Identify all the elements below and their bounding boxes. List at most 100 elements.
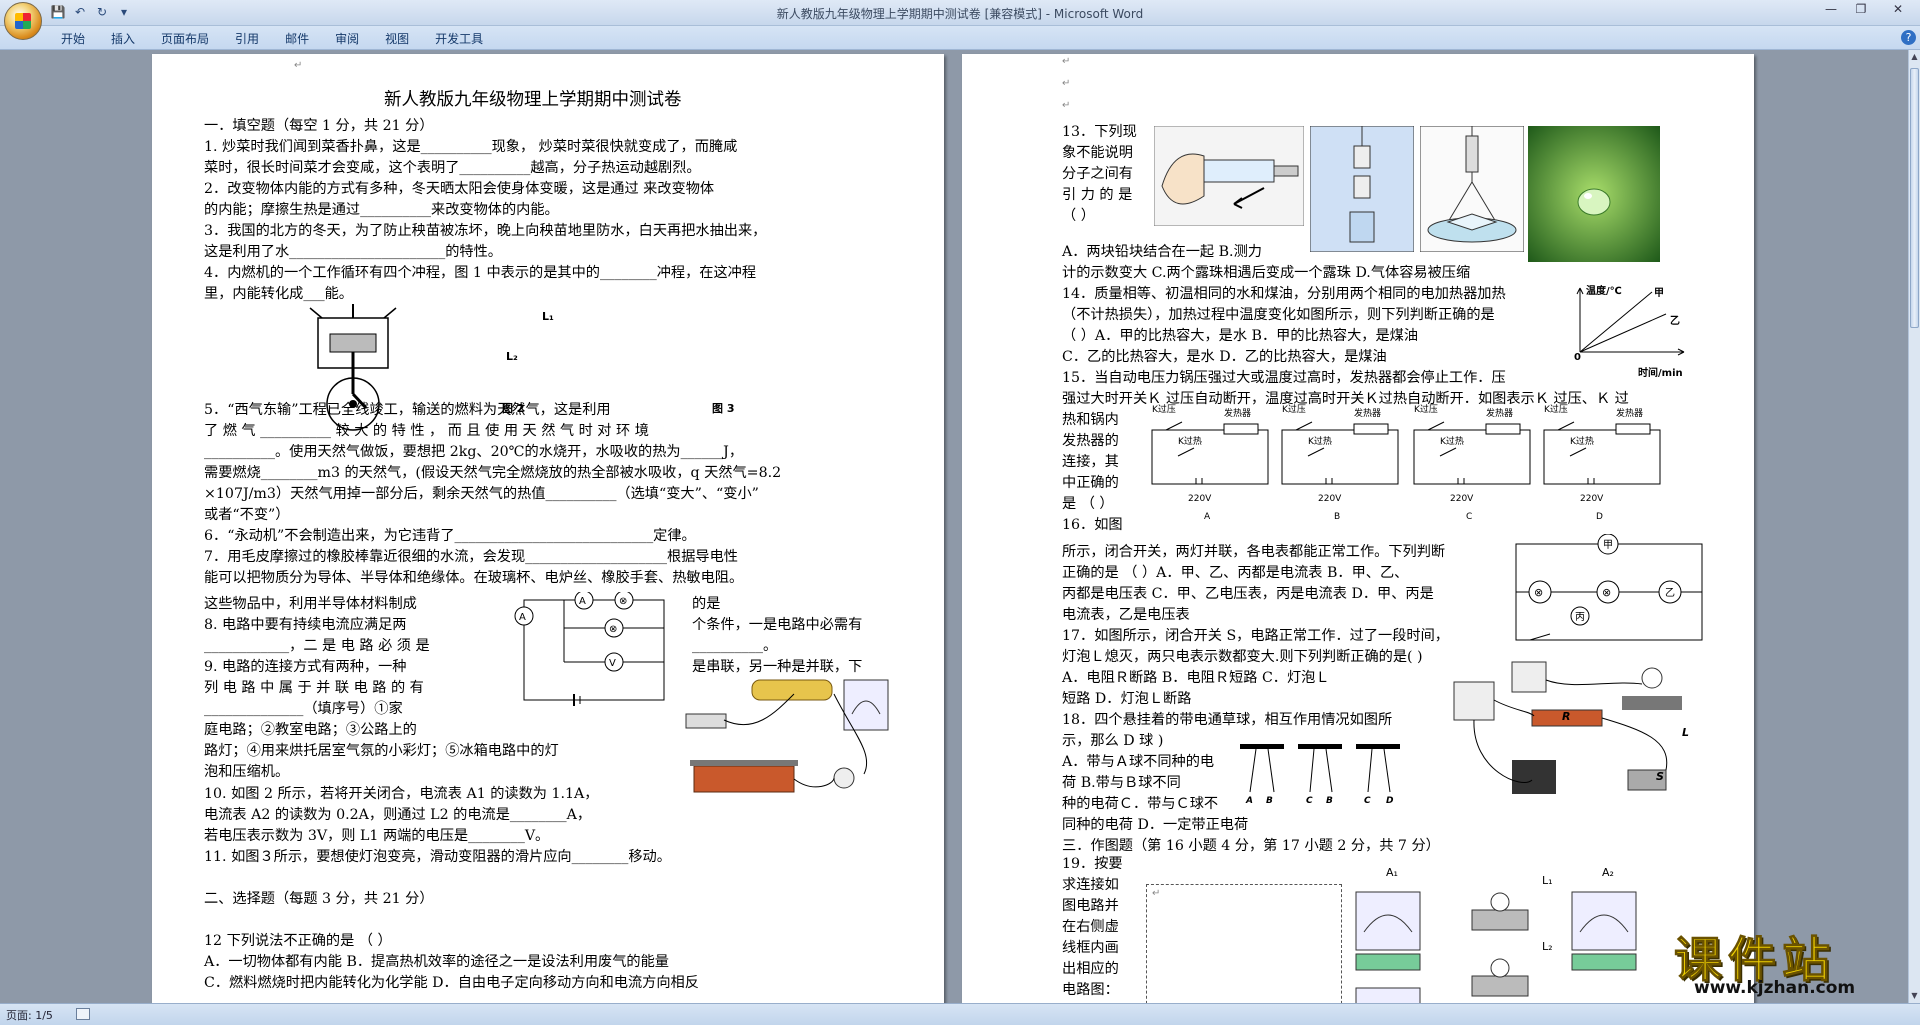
text-line: 丙都是电压表 C．甲、乙电压表，丙是电流表 D．甲、丙是 (1062, 586, 1434, 602)
text-line: 12 下列说法不正确的是 （ ） (204, 933, 392, 949)
tab-mailings[interactable]: 邮件 (272, 29, 322, 49)
ball-label: C (1364, 796, 1371, 806)
text-line: 15．当自动电压力锅压强过大或温度过高时，发热器都会停止工作．压 (1062, 370, 1506, 386)
text-line: 10. 如图 2 所示，若将开关闭合，电流表 A1 的读数为 1.1A， (204, 786, 599, 802)
chart-origin: 0 (1574, 352, 1581, 363)
help-icon[interactable]: ? (1901, 30, 1916, 45)
text-line: 14．质量相等、初温相同的水和煤油，分别用两个相同的电加热器加热 (1062, 286, 1506, 302)
tab-insert[interactable]: 插入 (98, 29, 148, 49)
label-k-over-heat: K过热 (1178, 437, 1202, 447)
page-title: 新人教版九年级物理上学期期中测试卷 (384, 90, 682, 110)
svg-text:乙: 乙 (1665, 587, 1675, 599)
scroll-up-icon[interactable]: ▲ (1909, 50, 1920, 64)
label-voltage: 220V (1188, 494, 1212, 504)
tab-home[interactable]: 开始 (48, 29, 98, 49)
text-line: 若电压表示数为 3V，则 L1 两端的电压是________V。 (204, 828, 550, 844)
label-k-over-pressure: K过压 (1152, 405, 1176, 415)
tab-view[interactable]: 视图 (372, 29, 422, 49)
vertical-scrollbar[interactable]: ▲ ▼ (1908, 50, 1920, 1003)
text-line: 的内能；摩擦生热是通过__________来改变物体的内能。 (204, 202, 559, 218)
text-line: 图电路并 (1062, 898, 1119, 914)
paragraph-mark: ↵ (1062, 56, 1071, 67)
text-line: 示，那么 D 球 ) (1062, 733, 1164, 749)
minimize-icon[interactable]: — (1816, 0, 1846, 20)
text-line: 在右侧虚 (1062, 919, 1119, 935)
svg-text:V: V (609, 658, 616, 669)
text-line: 同种的电荷 D．一定带正电荷 (1062, 817, 1249, 833)
spring-scale-picture (1310, 126, 1414, 252)
text-line: 1. 炒菜时我们闻到菜香扑鼻，这是__________现象， 炒菜时菜很快就变成… (204, 139, 738, 155)
ball-label: C (1306, 796, 1313, 806)
tab-review[interactable]: 审阅 (322, 29, 372, 49)
text-line: 象不能说明 (1062, 145, 1133, 161)
label-heater: 发热器 (1354, 409, 1382, 419)
close-icon[interactable]: ✕ (1876, 0, 1920, 20)
text-line: 2．改变物体内能的方式有多种，冬天晒太阳会使身体变暖，这是通过 来改变物体 (204, 181, 715, 197)
dewdrop-picture (1528, 126, 1660, 262)
svg-text:⊗: ⊗ (619, 596, 627, 607)
title-bar: 💾 ↶ ↻ ▾ 新人教版九年级物理上学期期中测试卷 [兼容模式] - Micro… (0, 0, 1920, 40)
text-line: 是 （ ） (1062, 496, 1114, 512)
text-line: 18．四个悬挂着的带电通草球，相互作用情况如图所 (1062, 712, 1393, 728)
chart-ylabel: 温度/℃ (1586, 286, 1622, 297)
tab-page-layout[interactable]: 页面布局 (148, 29, 222, 49)
text-line: C．燃料燃烧时把内能转化为化学能 D．自由电子定向移动方向和电流方向相反 (204, 975, 699, 991)
text-line: 7．用毛皮摩擦过的橡胶棒靠近很细的水流，会发现_________________… (204, 549, 738, 565)
drawing-box[interactable] (1146, 884, 1342, 1003)
ribbon-tabs: 开始 插入 页面布局 引用 邮件 审阅 视图 开发工具 (48, 29, 496, 49)
ball-label: D (1386, 796, 1394, 806)
text-line: 庭电路；②教室电路；③公路上的 (204, 722, 417, 738)
site-logo: 课件站 www.kjzhan.com (1664, 920, 1918, 1000)
circuit-option-a (1151, 421, 1269, 485)
text-line: 17．如图所示，闭合开关 S，电路正常工作．过了一段时间， (1062, 628, 1449, 644)
ball-label: A (1246, 796, 1253, 806)
text-line: ×107J/m3）天然气用掉一部分后，剩余天然气的热值__________（选填… (204, 486, 759, 502)
svg-text:A: A (579, 596, 586, 607)
label-heater: 发热器 (1224, 409, 1252, 419)
text-line: 短路 D．灯泡Ｌ断路 (1062, 691, 1192, 707)
text-line: 6．“永动机”不会制造出来，为它违背了_____________________… (204, 528, 696, 544)
chart-series-a: 甲 (1654, 288, 1664, 299)
text-line: 泡和压缩机。 (204, 764, 290, 780)
text-line: 求连接如 (1062, 877, 1119, 893)
svg-text:⊗: ⊗ (1602, 586, 1611, 599)
proofing-icon[interactable] (76, 1008, 90, 1020)
page-1: ↵ 新人教版九年级物理上学期期中测试卷 一．填空题（每空 1 分，共 21 分）… (152, 54, 944, 1003)
pith-balls-figure (1240, 744, 1400, 793)
text-line: 种的电荷Ｃ．带与Ｃ球不 (1062, 796, 1219, 812)
status-page-count[interactable]: 页面: 1/5 (6, 1007, 53, 1023)
maximize-icon[interactable]: ❐ (1846, 0, 1876, 20)
text-line: 这是利用了水______________________的特性。 (204, 244, 502, 260)
text-line: 里，内能转化成___能。 (204, 286, 353, 302)
label-l2: L₂ (506, 350, 518, 363)
document-area: ↵ 新人教版九年级物理上学期期中测试卷 一．填空题（每空 1 分，共 21 分）… (0, 50, 1908, 1003)
text-line: 荷 B.带与Ｂ球不同 (1062, 775, 1181, 791)
office-button[interactable] (4, 2, 42, 40)
label-k-over-pressure: K过压 (1282, 405, 1306, 415)
text-line: 电流表，乙是电压表 (1062, 607, 1190, 623)
text-line: 13．下列现 (1062, 124, 1137, 140)
option-label: C (1466, 512, 1473, 522)
tab-developer[interactable]: 开发工具 (422, 29, 496, 49)
text-line: 正确的是 （ ）A．甲、乙、丙都是电流表 B．甲、乙、 (1062, 565, 1409, 581)
text-line: ____________，二 是 电 路 必 须 是 (204, 638, 430, 654)
label-heater: 发热器 (1616, 409, 1644, 419)
text-line: 引 力 的 是 (1062, 187, 1133, 203)
text-line: C．乙的比热容大，是水 D．乙的比热容大，是煤油 (1062, 349, 1387, 365)
tab-references[interactable]: 引用 (222, 29, 272, 49)
text-line: 三．作图题（第 16 小题 4 分，第 17 小题 2 分，共 7 分） (1062, 838, 1440, 854)
option-label: D (1596, 512, 1603, 522)
text-line: 列 电 路 中 属 于 并 联 电 路 的 有 (204, 680, 424, 696)
text-line: 所示，闭合开关，两灯并联，各电表都能正常工作。下列判断 (1062, 544, 1446, 560)
option-label: A (1204, 512, 1211, 522)
text-line: 出相应的 (1062, 961, 1119, 977)
text-line: 路灯；④用来烘托居室气氛的小彩灯；⑤冰箱电路中的灯 (204, 743, 559, 759)
text-line: 线框内画 (1062, 940, 1119, 956)
label-l: L (1682, 726, 1690, 739)
chart-series-b: 乙 (1670, 316, 1680, 327)
text-line: ______________（填序号）①家 (204, 701, 403, 717)
scroll-thumb[interactable] (1910, 68, 1919, 328)
text-line: 了 燃 气 __________ 较 大 的 特 性 ， 而 且 使 用 天 然… (204, 423, 649, 439)
circuit-option-b (1281, 421, 1399, 485)
text-line: 8. 电路中要有持续电流应满足两 (204, 617, 407, 633)
